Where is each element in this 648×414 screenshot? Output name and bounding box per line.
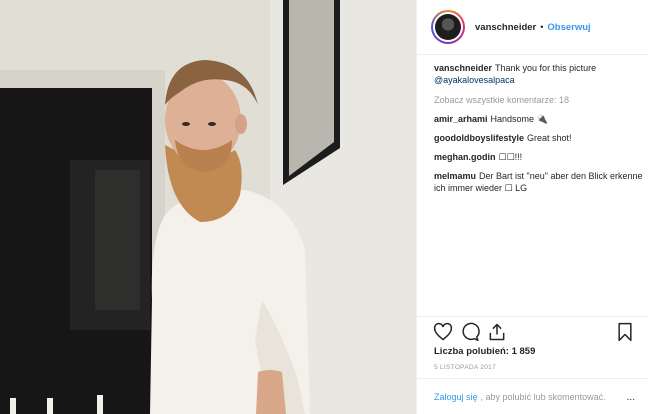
heart-icon[interactable] [433,322,453,342]
comment-username[interactable]: meghan.godin [434,152,496,162]
comment-text: ☐☐!!! [498,152,523,162]
comment: melmamu Der Bart ist "neu" aber den Blick… [434,170,646,194]
bookmark-icon[interactable] [615,322,635,342]
comment-username[interactable]: melmamu [434,171,476,181]
comment: amir_arhami Handsome 🔌 [434,113,646,125]
comment-username[interactable]: amir_arhami [434,114,488,124]
caption: vanschneider Thank you for this picture @… [434,62,646,86]
caption-username[interactable]: vanschneider [434,63,492,73]
post-date: 5 LISTOPADA 2017 [434,364,497,371]
login-bar: Zaloguj się, aby polubić lub skomentować… [417,378,648,414]
caption-text: Thank you for this picture [495,63,597,73]
comment-icon[interactable] [460,322,480,342]
comment-username[interactable]: goodoldboyslifestyle [434,133,524,143]
post-photo[interactable] [0,0,416,414]
photo-image [0,0,416,414]
view-all-comments-link[interactable]: Zobacz wszystkie komentarze: 18 [434,94,646,106]
action-bar [417,316,648,346]
comment: goodoldboyslifestyle Great shot! [434,132,646,144]
avatar[interactable] [431,10,465,44]
comments-list: vanschneider Thank you for this picture @… [434,62,646,201]
comment-text: Handsome 🔌 [490,114,548,124]
post-header: vanschneider • Obserwuj [417,0,648,55]
comment-text: Great shot! [527,133,572,143]
login-text: , aby polubić lub skomentować. [480,391,606,402]
separator-dot: • [540,22,544,32]
login-link[interactable]: Zaloguj się [434,392,478,402]
post-sidebar: vanschneider • Obserwuj vanschneider Than… [416,0,648,414]
comment: meghan.godin ☐☐!!! [434,151,646,163]
header-username[interactable]: vanschneider [475,22,536,33]
share-icon[interactable] [487,322,507,342]
likes-count[interactable]: Liczba polubień: 1 859 [434,346,535,357]
caption-mention[interactable]: @ayakalovesalpaca [434,75,515,85]
more-options-button[interactable]: ... [627,392,635,403]
follow-button[interactable]: Obserwuj [547,22,590,33]
